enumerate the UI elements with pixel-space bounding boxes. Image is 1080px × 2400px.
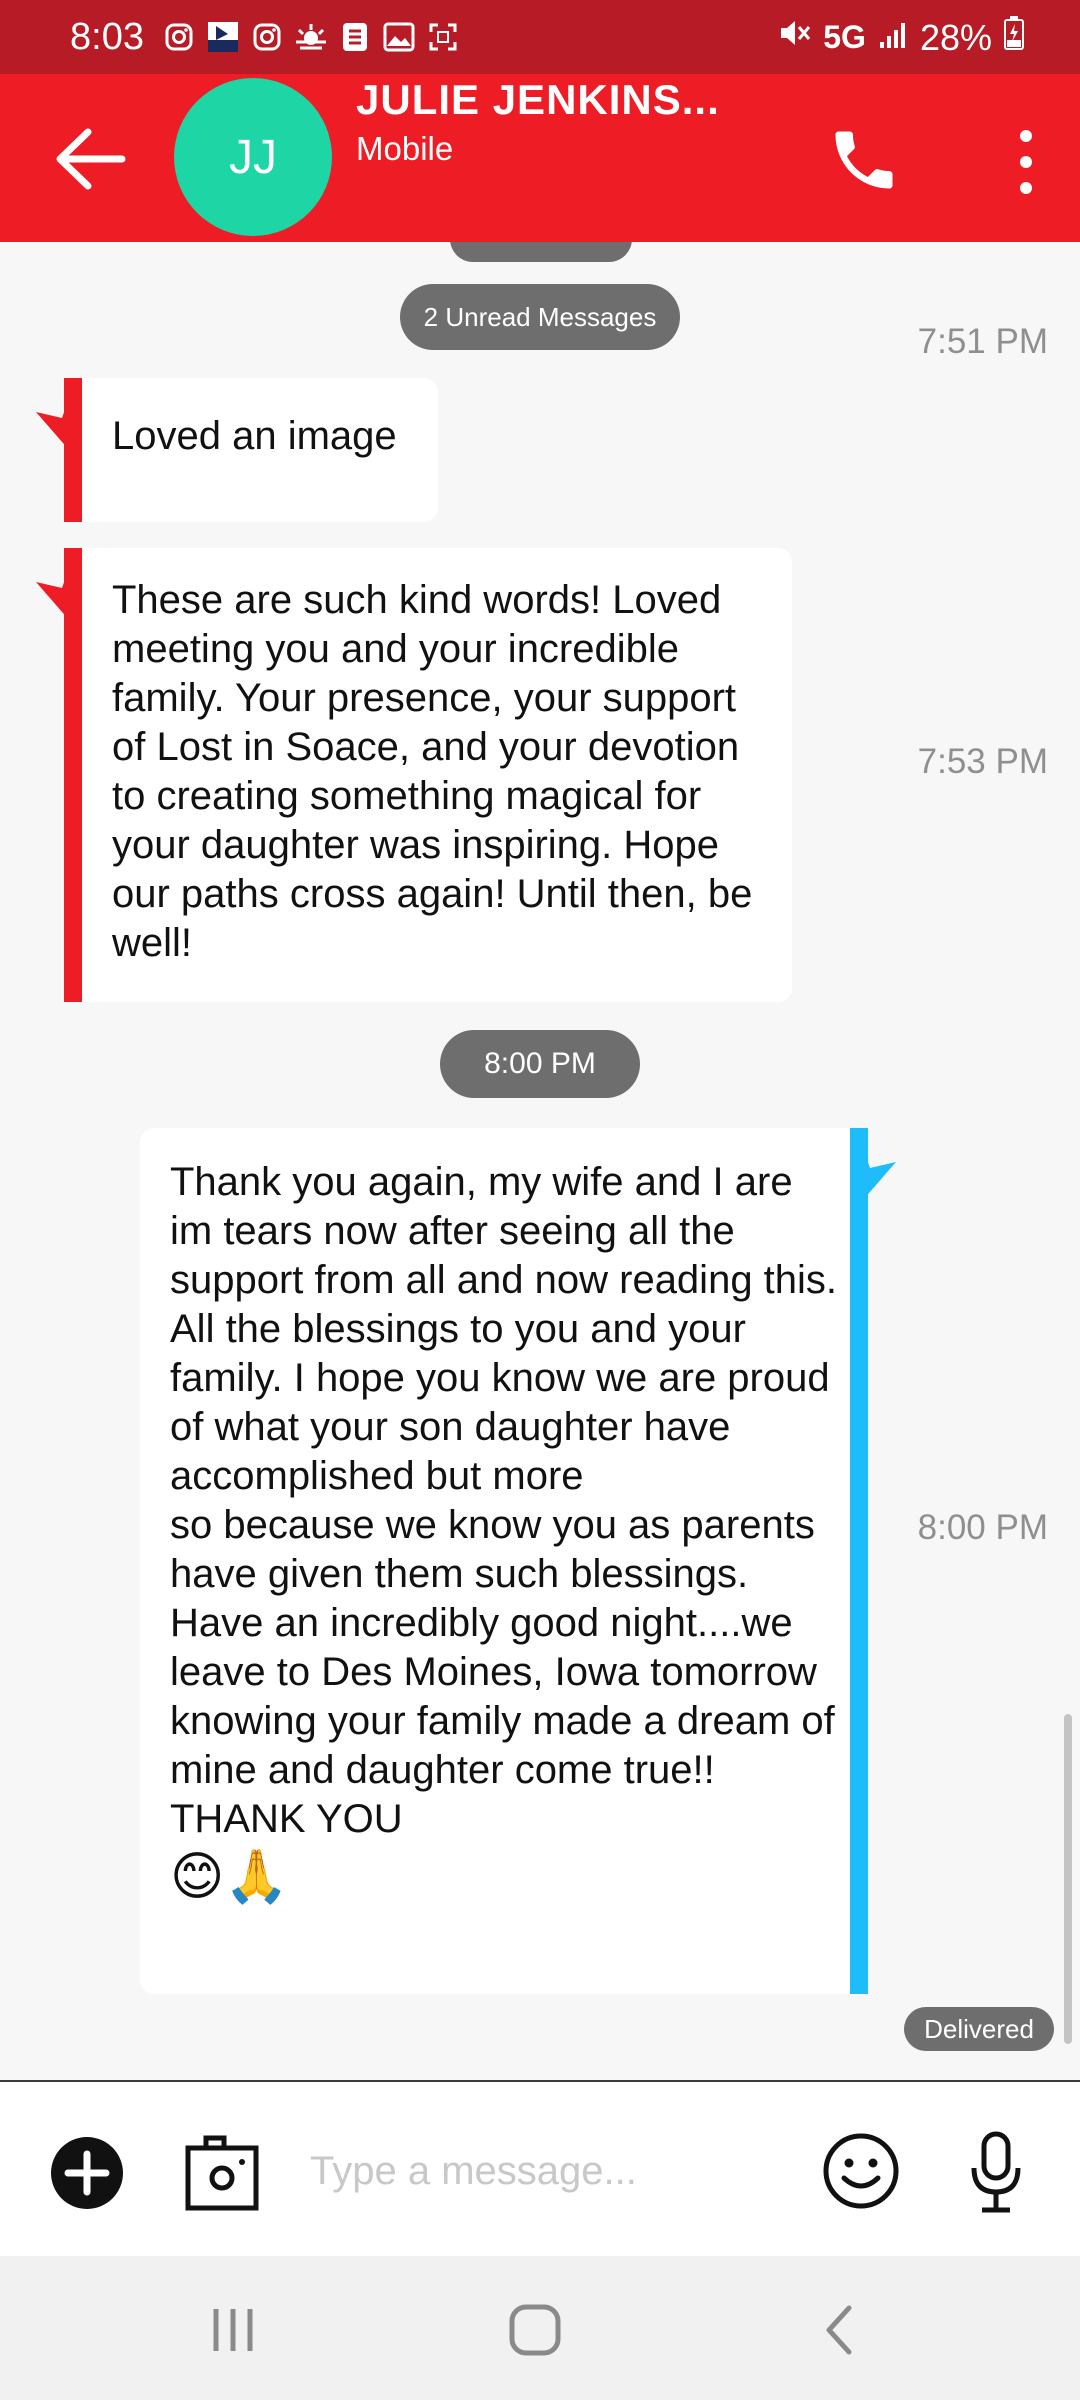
battery-label: 28% — [919, 16, 992, 58]
mute-icon — [777, 16, 811, 59]
message-timestamp: 7:51 PM — [917, 322, 1048, 361]
phone-icon[interactable] — [826, 122, 902, 198]
outgoing-accent-bar — [850, 1128, 868, 1994]
scrollbar-thumb[interactable] — [1064, 1714, 1072, 2044]
message-composer — [0, 2080, 1080, 2256]
message-emojis: 😊🙏 — [170, 1848, 289, 1906]
battery-icon — [1004, 16, 1024, 59]
screenshot-icon — [426, 20, 460, 54]
delivered-status-badge: Delivered — [904, 2007, 1054, 2051]
contact-name[interactable]: JULIE JENKINS... — [356, 76, 720, 124]
instagram-icon — [162, 20, 196, 54]
instagram-icon — [250, 20, 284, 54]
status-bar: 8:03 5G 28% — [0, 0, 1080, 74]
more-vert-icon[interactable] — [1006, 124, 1046, 200]
time-separator: 8:00 PM — [440, 1030, 640, 1098]
conversation-header: JJ JULIE JENKINS... Mobile — [0, 74, 1080, 242]
system-nav-bar — [0, 2256, 1080, 2400]
message-timestamp: 7:53 PM — [917, 742, 1048, 781]
incoming-accent-bar — [64, 378, 82, 522]
camera-icon[interactable] — [184, 2132, 260, 2212]
signal-icon — [878, 17, 908, 59]
back-arrow-icon[interactable] — [52, 124, 132, 194]
incoming-accent-bar — [64, 548, 82, 1002]
outgoing-message-bubble[interactable]: Thank you again, my wife and I are im te… — [140, 1128, 868, 1994]
outgoing-tail-icon — [856, 1128, 896, 1208]
message-timestamp: 8:00 PM — [917, 1508, 1048, 1547]
unread-messages-badge: 2 Unread Messages — [400, 284, 680, 350]
sheets-icon — [338, 20, 372, 54]
message-list[interactable]: 2 Unread Messages 7:51 PM Loved an image… — [0, 242, 1080, 2080]
contact-type: Mobile — [356, 130, 454, 167]
incoming-message-bubble[interactable]: These are such kind words! Loved meeting… — [64, 548, 792, 1002]
notification-icons — [162, 20, 460, 54]
back-icon[interactable] — [804, 2300, 874, 2360]
home-icon[interactable] — [500, 2300, 570, 2360]
incoming-message-bubble[interactable]: Loved an image — [64, 378, 438, 522]
weather-icon — [294, 20, 328, 54]
add-icon[interactable] — [50, 2136, 124, 2210]
status-time: 8:03 — [70, 16, 144, 58]
gallery-icon — [382, 20, 416, 54]
app-icon — [206, 20, 240, 54]
emoji-icon[interactable] — [822, 2132, 900, 2210]
recents-icon[interactable] — [198, 2300, 268, 2360]
date-separator-partial — [450, 242, 632, 262]
network-label: 5G — [823, 19, 866, 55]
message-input[interactable] — [310, 2138, 790, 2204]
avatar[interactable]: JJ — [174, 78, 332, 236]
microphone-icon[interactable] — [966, 2130, 1026, 2214]
message-text: These are such kind words! Loved meeting… — [112, 578, 753, 965]
message-text: Thank you again, my wife and I are im te… — [170, 1160, 838, 1841]
status-right: 5G 28% — [777, 16, 1024, 59]
message-text: Loved an image — [112, 414, 397, 458]
